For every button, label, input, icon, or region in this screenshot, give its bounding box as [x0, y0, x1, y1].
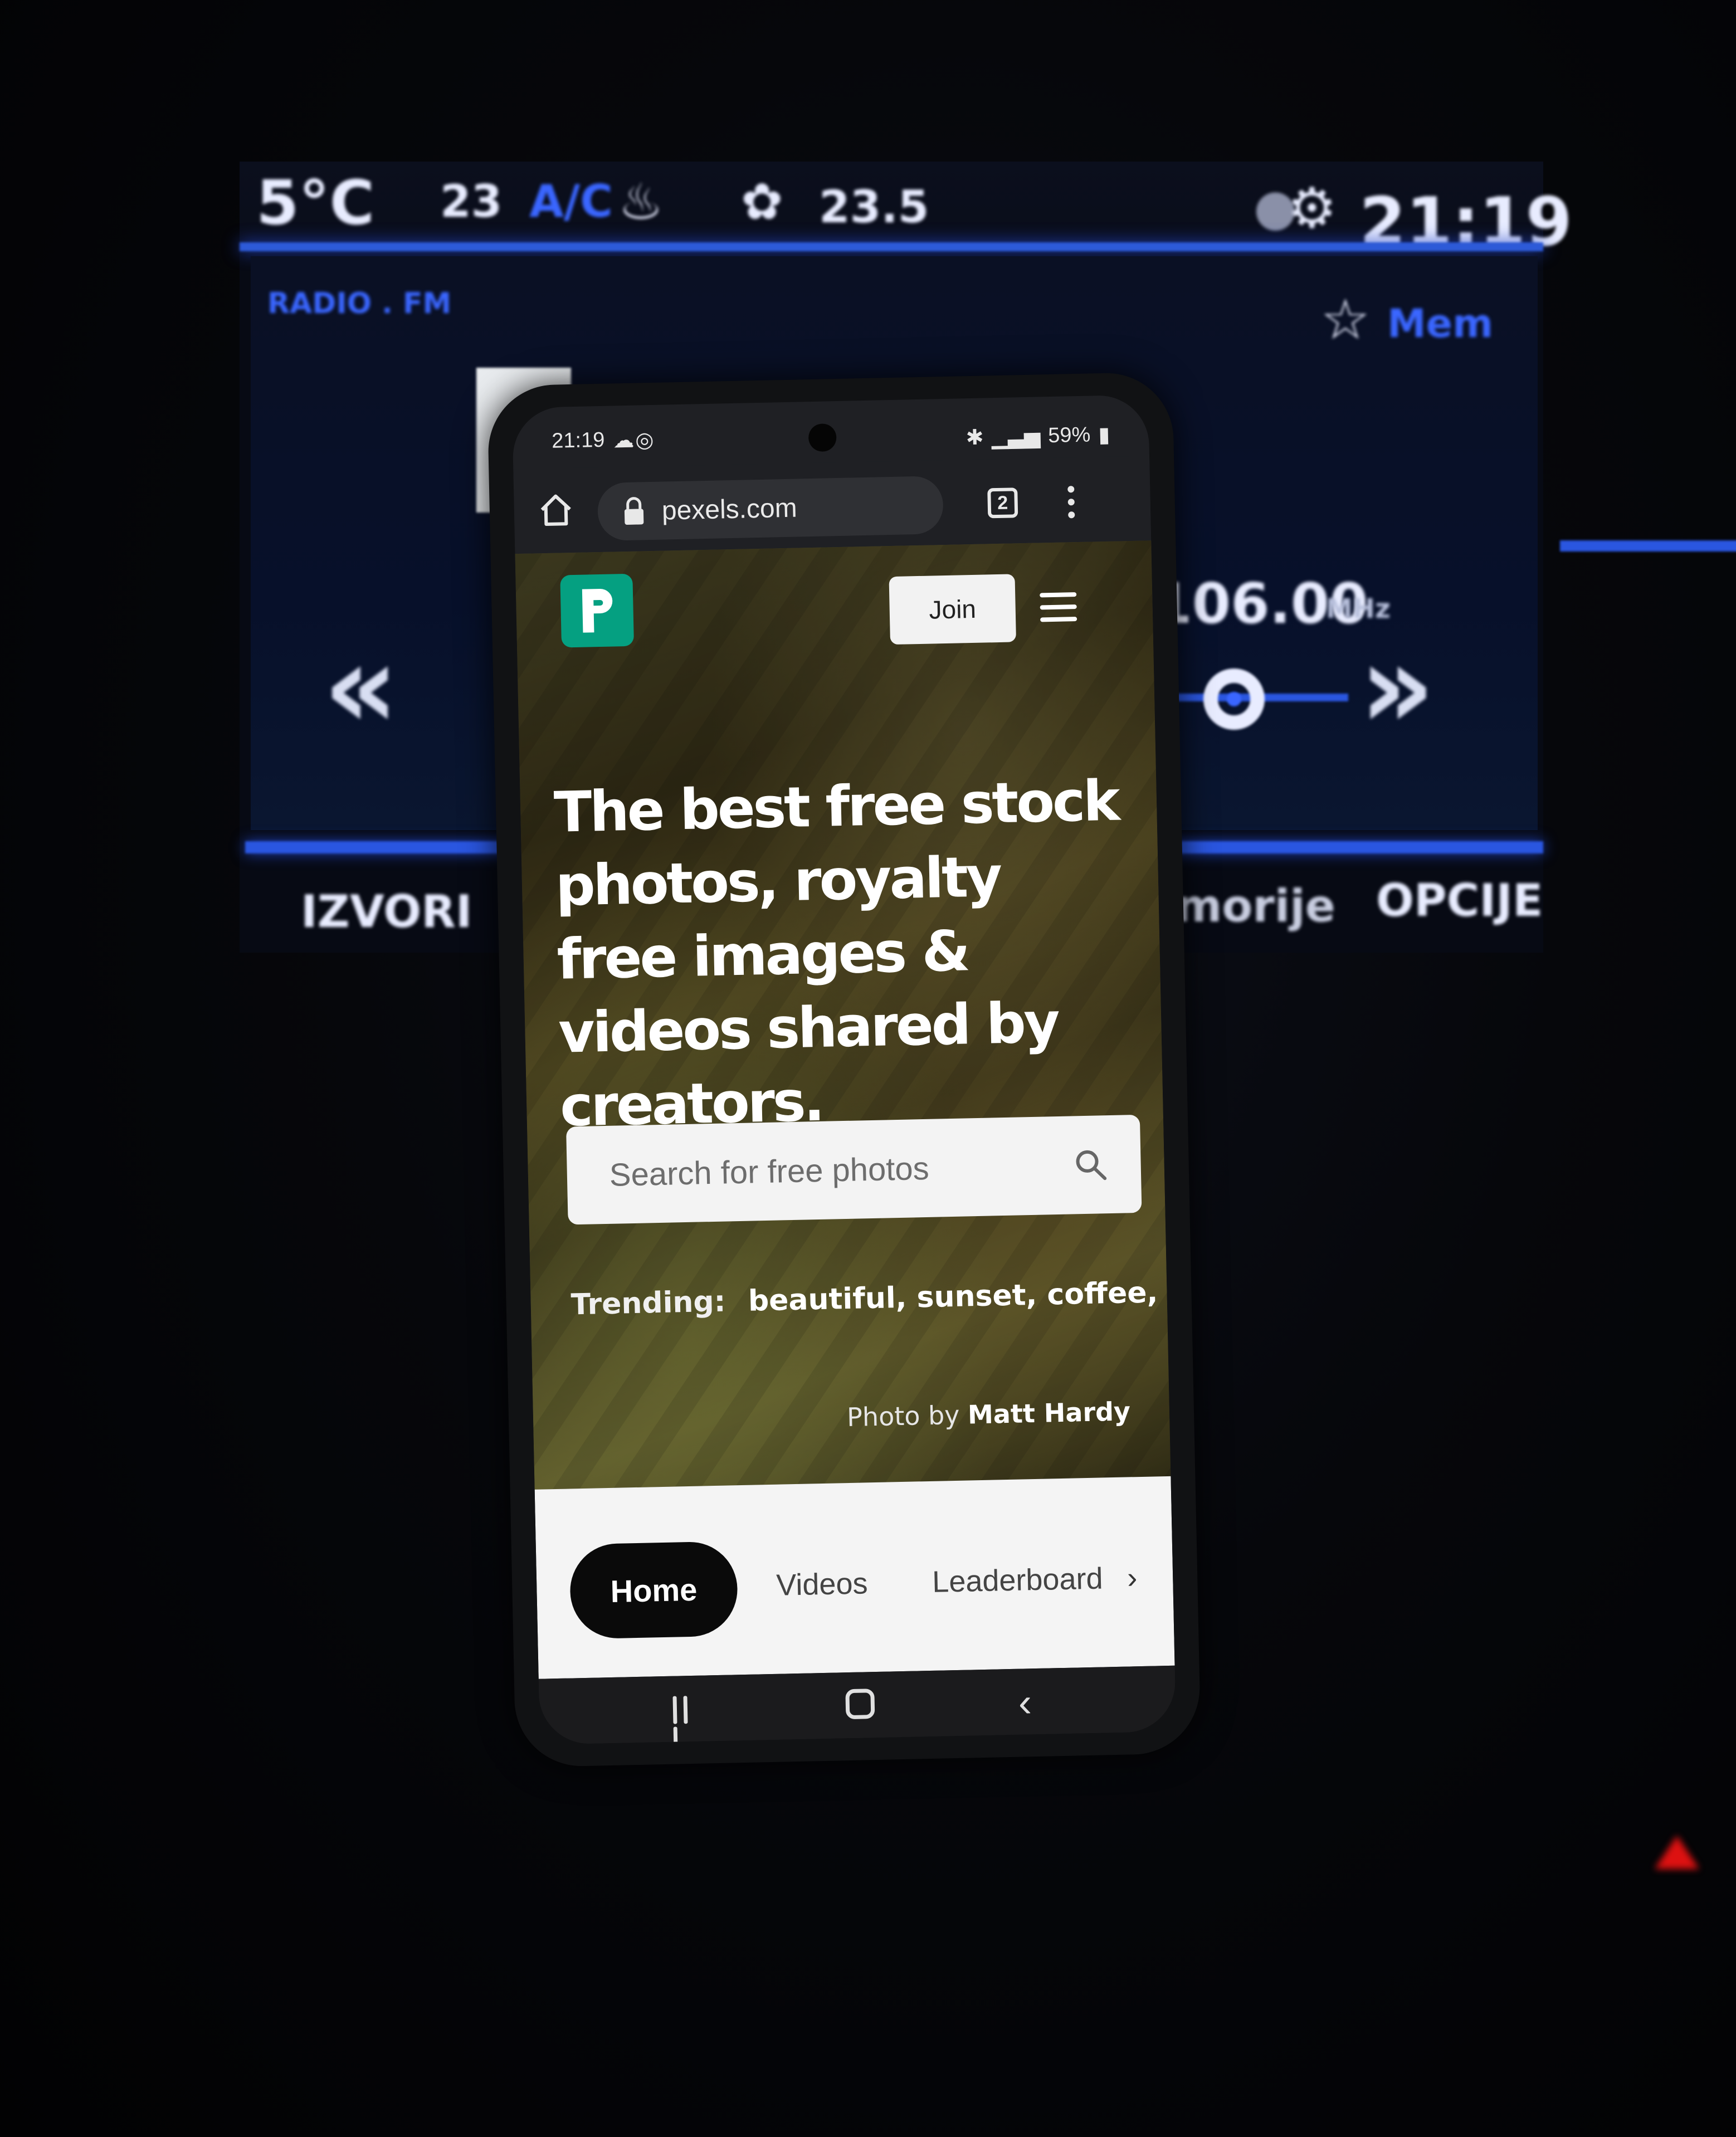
url-text: pexels.com [661, 493, 798, 526]
battery-percent: 59% [1047, 423, 1091, 448]
car-prev-station-icon: « [323, 618, 398, 755]
car-driver-temp: 23 [440, 175, 503, 227]
car-tuning-knob [1203, 669, 1265, 730]
car-passenger-temp: 23.5 [819, 181, 929, 233]
search-placeholder: Search for free photos [609, 1150, 930, 1193]
hamburger-menu-icon[interactable] [1040, 592, 1077, 622]
tab-switcher-button[interactable]: 2 [987, 487, 1018, 519]
category-tab-bar: Home Videos Leaderboard › [534, 1476, 1175, 1679]
car-outside-temp: 5°C [256, 167, 375, 238]
status-time: 21:19 [551, 428, 605, 453]
car-frequency-unit: MHz [1326, 593, 1391, 624]
search-input[interactable]: Search for free photos [566, 1114, 1142, 1225]
car-fan-icon: ✿ [741, 173, 783, 231]
signal-icon: ▁▃▅ [991, 425, 1041, 450]
smartphone: 21:19 ☁ ◎ ✱ ▁▃▅ 59% ▮ pexels.com 2 Join … [487, 372, 1201, 1768]
photo-scene: 5°C 23 A/C ♨ ✿ 23.5 ● ⚙ 21:19 RADIO . FM… [0, 0, 1736, 2137]
chevron-right-icon[interactable]: › [1127, 1560, 1138, 1595]
android-nav-bar: ‹ [538, 1665, 1177, 1745]
front-camera [808, 423, 837, 452]
home-icon [540, 494, 571, 526]
car-sources-label: IZVORI [301, 886, 472, 938]
photo-credit-prefix: Photo by [846, 1399, 960, 1433]
car-favorites-label: Mem [1387, 301, 1494, 347]
search-icon[interactable] [1074, 1148, 1108, 1182]
hazard-indicator-light [1655, 1836, 1699, 1869]
browser-toolbar: pexels.com 2 [513, 456, 1152, 553]
cloud-icon: ☁ [612, 428, 635, 453]
browser-home-button[interactable] [536, 490, 576, 530]
tab-videos[interactable]: Videos [776, 1566, 868, 1602]
car-source-label: RADIO . FM [267, 287, 452, 320]
browser-menu-button[interactable] [1062, 482, 1080, 522]
join-button[interactable]: Join [889, 574, 1016, 645]
status-icons: ✱ ▁▃▅ 59% ▮ [965, 422, 1110, 450]
hero-headline: The best free stock photos, royalty free… [553, 768, 1119, 1139]
lock-icon [622, 496, 645, 526]
car-memory-label: morije [1176, 880, 1335, 932]
tab-home[interactable]: Home [569, 1541, 739, 1640]
car-seat-heat-icon: ♨ [618, 173, 664, 231]
car-settings-icon: ⚙ [1287, 175, 1337, 241]
pexels-logo[interactable] [560, 573, 634, 648]
trending-row: Trending: beautiful, sunset, coffee, car… [570, 1275, 1171, 1322]
car-options-label: OPCIJE [1376, 875, 1543, 926]
more-vert-icon [1067, 486, 1075, 519]
bluetooth-icon: ✱ [965, 426, 984, 450]
back-icon[interactable]: ‹ [1018, 1680, 1032, 1725]
address-bar[interactable]: pexels.com [597, 476, 944, 541]
tab-leaderboard[interactable]: Leaderboard [932, 1561, 1103, 1599]
instagram-icon: ◎ [635, 428, 654, 452]
battery-icon: ▮ [1098, 423, 1110, 447]
pexels-logo-icon [582, 588, 613, 633]
photo-credit-author[interactable]: Matt Hardy [968, 1396, 1131, 1429]
trending-tags[interactable]: beautiful, sunset, coffee, car, [748, 1275, 1171, 1318]
recents-icon[interactable] [672, 1696, 704, 1745]
phone-screen: 21:19 ☁ ◎ ✱ ▁▃▅ 59% ▮ pexels.com 2 Join … [511, 394, 1177, 1745]
car-favorite-star-icon: ☆ [1320, 287, 1371, 352]
hero-section: Join The best free stock photos, royalty… [515, 540, 1171, 1490]
car-next-station-icon: » [1359, 618, 1435, 755]
car-ac-label: A/C [529, 175, 613, 227]
trending-label: Trending: [570, 1285, 726, 1322]
nav-home-icon[interactable] [845, 1689, 875, 1720]
car-top-accent-line [240, 242, 1543, 251]
car-favorites-underline [1560, 540, 1736, 552]
photo-credit: Photo by Matt Hardy [847, 1396, 1131, 1432]
